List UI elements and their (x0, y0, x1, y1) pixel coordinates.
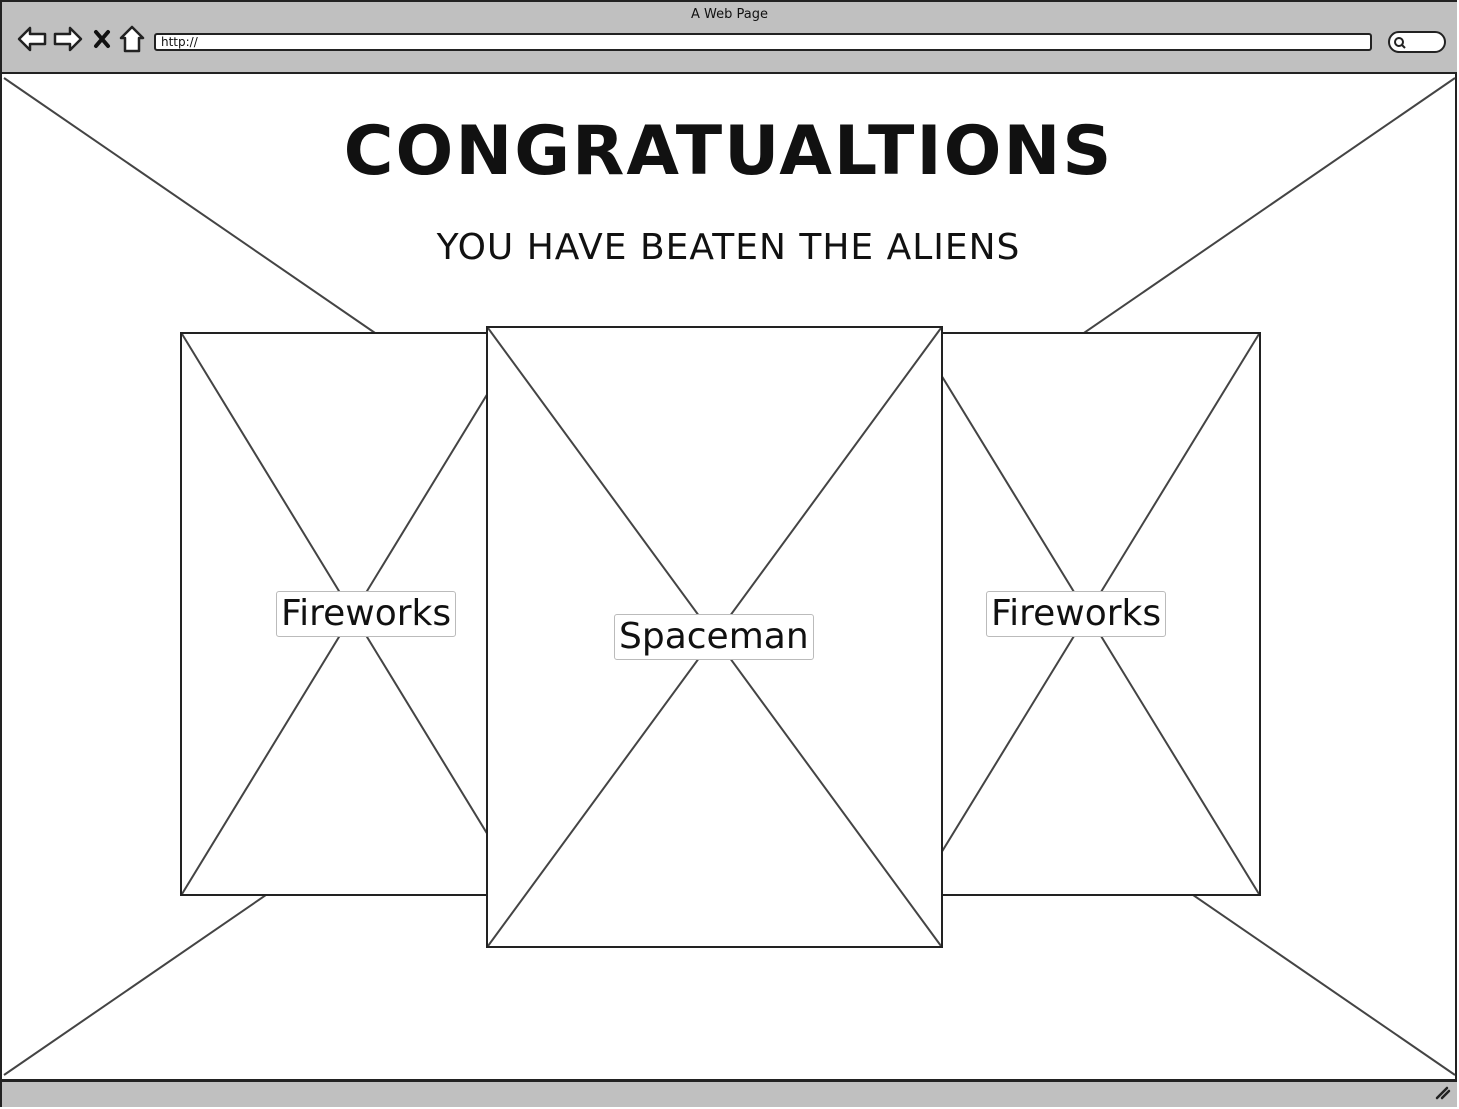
search-button[interactable] (1388, 31, 1446, 53)
browser-toolbar: A Web Page http:// (2, 2, 1457, 74)
page-canvas: Fireworks Spaceman Fireworks (2, 74, 1457, 1079)
image-label-right: Fireworks (986, 591, 1167, 637)
home-icon[interactable] (118, 24, 146, 54)
back-arrow-icon[interactable] (16, 24, 48, 54)
page-title: CONGRATUALTIONS (343, 112, 1114, 191)
forward-arrow-icon[interactable] (52, 24, 84, 54)
status-bar (2, 1079, 1457, 1107)
address-bar-url: http:// (161, 35, 198, 49)
page-subtitle: YOU HAVE BEATEN THE ALIENS (436, 227, 1021, 268)
window-title: A Web Page (691, 7, 768, 22)
address-bar[interactable]: http:// (154, 33, 1372, 51)
browser-window: A Web Page http:// Fireworks Spaceman Fi… (0, 0, 1457, 1107)
image-label-center: Spaceman (614, 614, 814, 660)
close-icon[interactable] (92, 24, 112, 54)
resize-grip-icon[interactable] (1435, 1085, 1451, 1104)
search-icon (1394, 37, 1406, 49)
image-label-left: Fireworks (276, 591, 457, 637)
